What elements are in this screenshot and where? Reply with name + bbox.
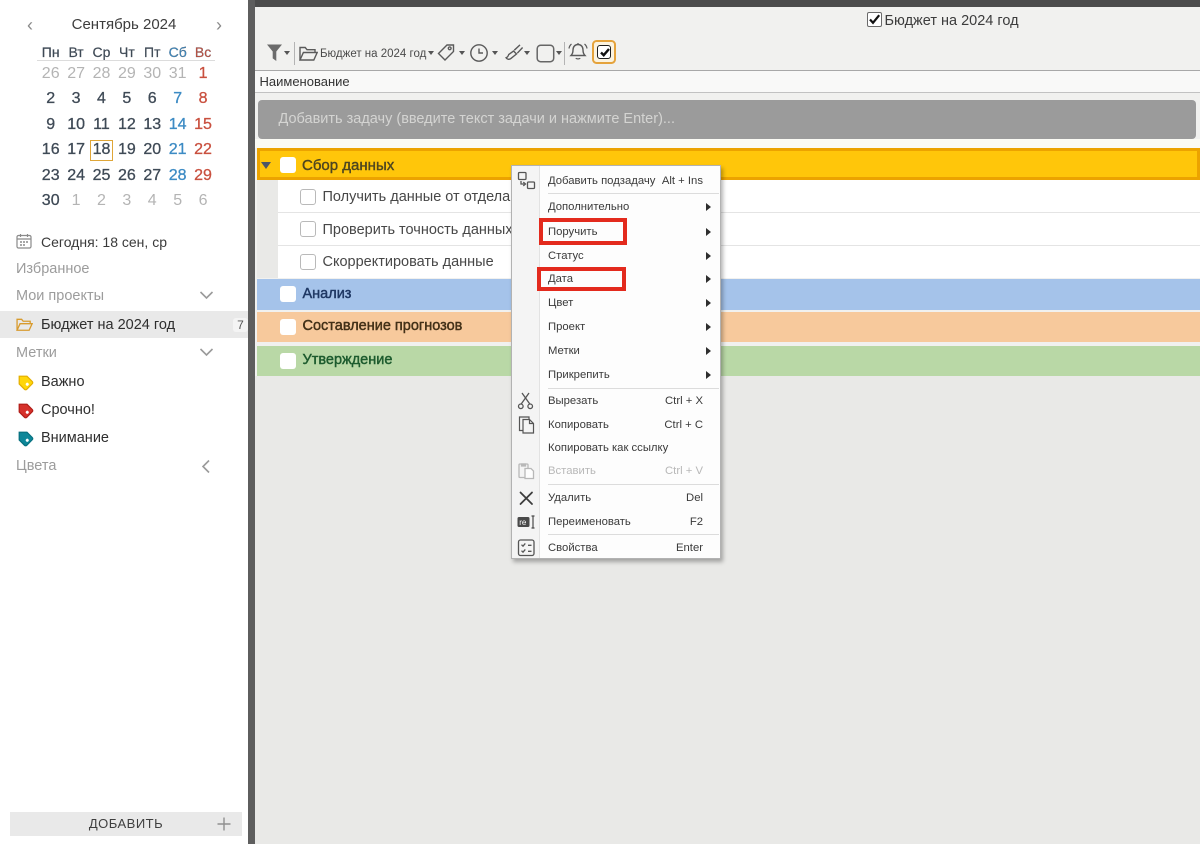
svg-text:re: re	[519, 517, 527, 526]
